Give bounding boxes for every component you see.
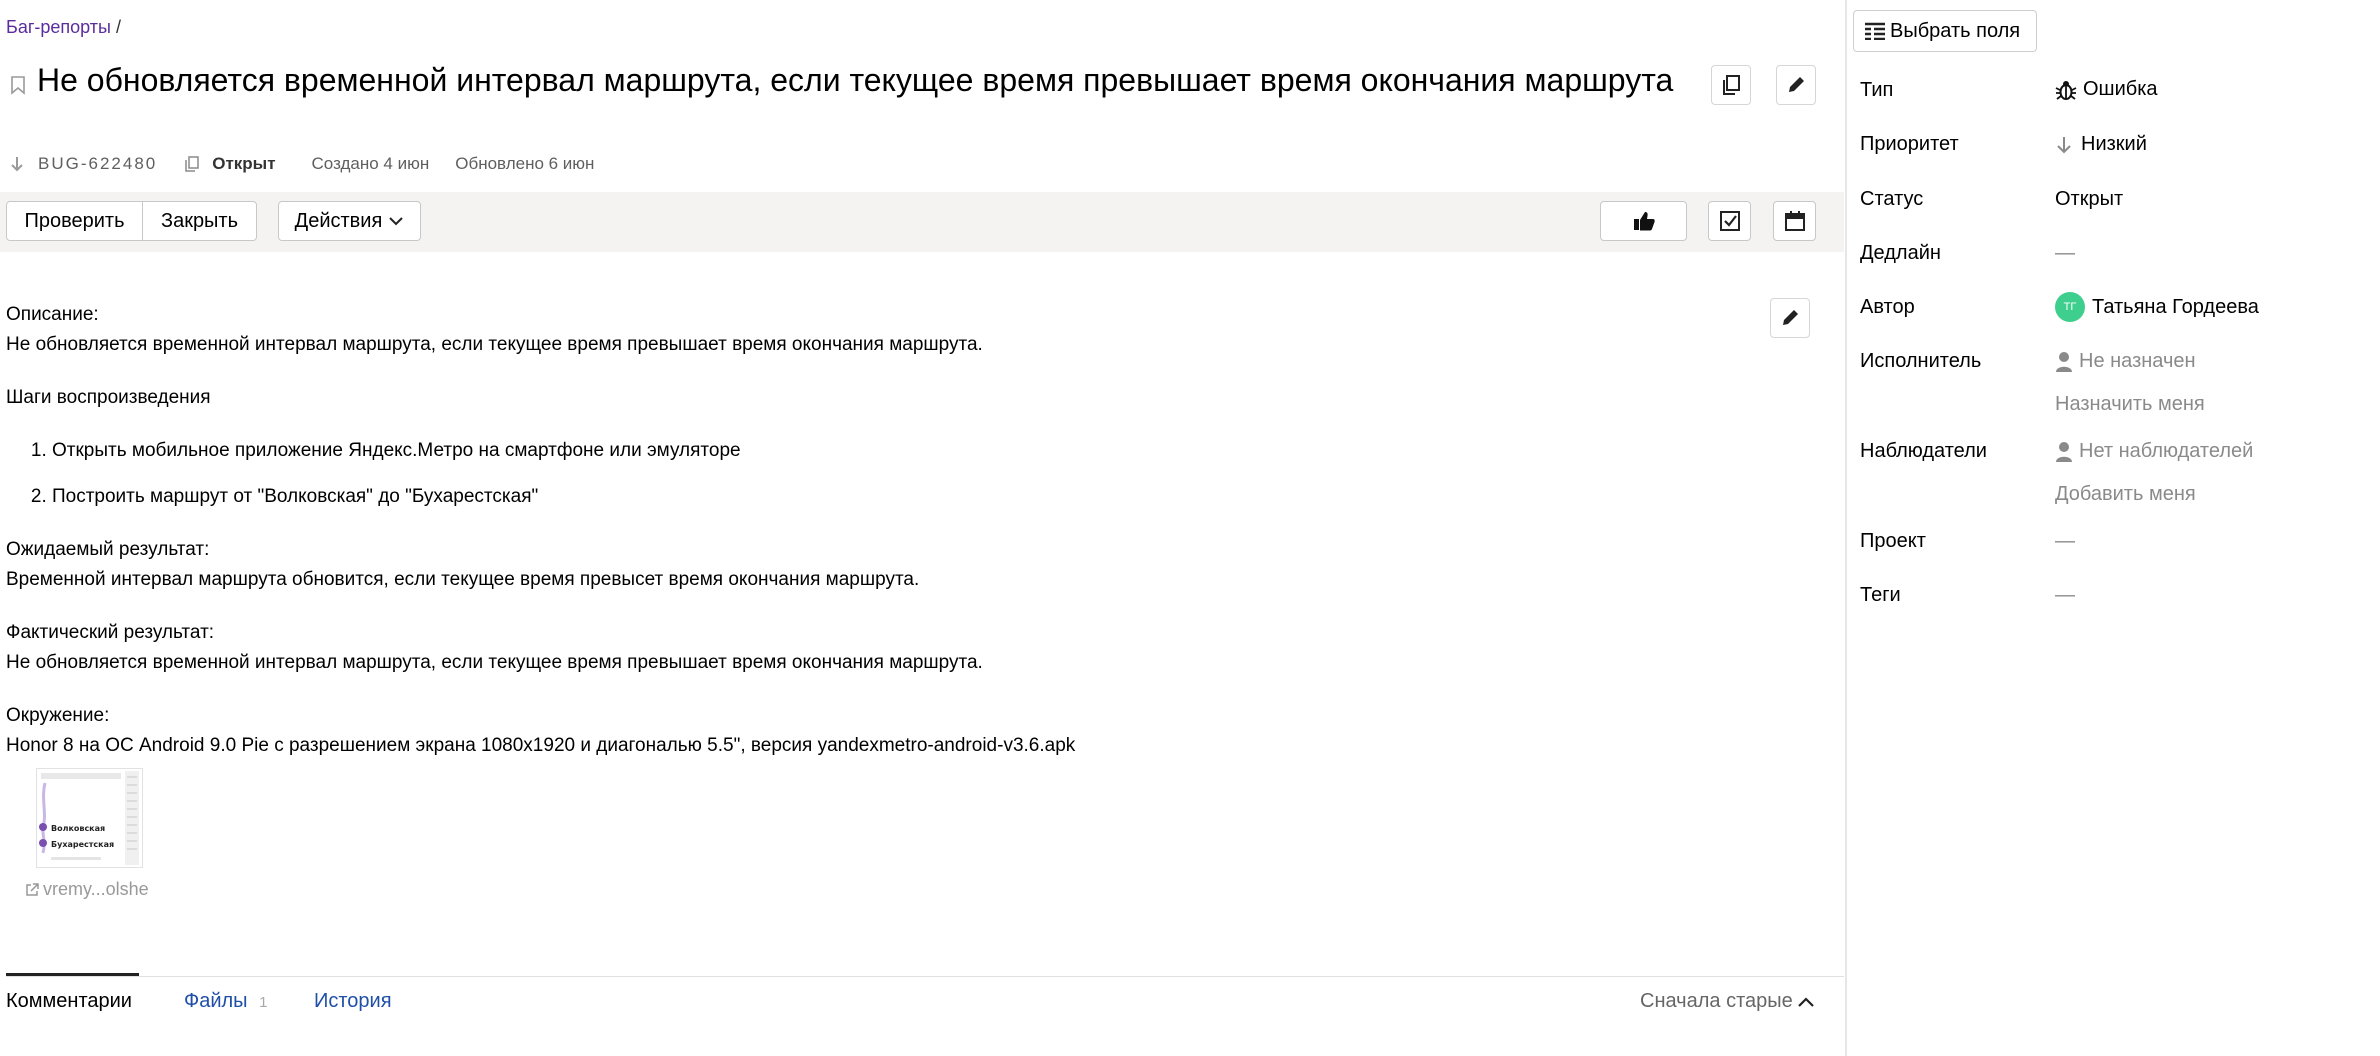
author-name: Татьяна Гордеева [2092,295,2259,318]
issue-meta-row: BUG-622480 Открыт Создано 4 июн Обновлен… [10,152,594,176]
updated-date: Обновлено 6 июн [455,154,595,173]
edit-description-button[interactable] [1770,298,1810,338]
expected-text: Временной интервал маршрута обновится, е… [6,569,920,590]
steps-list: Открыть мобильное приложение Яндекс.Метр… [6,436,1075,512]
field-assignee-value[interactable]: Не назначен [2055,350,2196,373]
actual-text: Не обновляется временной интервал маршру… [6,652,983,673]
field-tags-label: Теги [1860,584,1901,606]
select-fields-button[interactable]: Выбрать поля [1853,10,2037,52]
pencil-icon [1789,77,1804,92]
environment-text: Honor 8 на ОС Android 9.0 Pie с разрешен… [6,735,1076,756]
fields-list-icon [1865,22,1885,40]
environment-heading: Окружение: [6,705,110,726]
status-label: Открыт [212,154,276,173]
pencil-icon [1783,310,1798,325]
field-type-label: Тип [1860,79,1894,101]
chevron-up-icon [1797,996,1814,1007]
check-button[interactable]: Проверить [6,201,143,241]
copy-issue-button[interactable] [1711,65,1751,105]
field-status-label: Статус [1860,188,1924,210]
actions-dropdown[interactable]: Действия [278,201,421,241]
field-watchers-value[interactable]: Нет наблюдателей [2055,440,2253,463]
issue-sidebar: Выбрать поля Тип Ошибка Приоритет Низкий… [1847,0,2380,1056]
bookmark-icon[interactable] [9,75,27,95]
watchers-value: Нет наблюдателей [2079,440,2254,462]
field-assignee-label: Исполнитель [1860,350,1982,372]
issue-description: Описание: Не обновляется временной интер… [6,300,1075,761]
bug-icon [2055,80,2077,100]
external-link-icon [26,882,39,896]
created-date: Создано 4 июн [311,154,430,173]
field-tags-value[interactable]: — [2055,584,2075,607]
active-tab-indicator [6,973,139,976]
breadcrumb: Баг-репорты / [6,17,121,38]
description-heading: Описание: [6,304,99,325]
tabs-divider [6,976,1844,977]
copy-key-icon[interactable] [183,155,201,173]
assign-me-link[interactable]: Назначить меня [2055,393,2205,416]
user-icon [2056,351,2072,372]
sort-order-toggle[interactable]: Сначала старые [1640,990,1815,1013]
issue-title[interactable]: Не обновляется временной интервал маршру… [37,60,1677,100]
thumbs-up-icon [1633,212,1655,231]
field-status-value[interactable]: Открыт [2055,188,2123,211]
field-type-value[interactable]: Ошибка [2055,78,2158,101]
tab-history[interactable]: История [314,990,392,1013]
checklist-button[interactable] [1708,201,1751,241]
user-icon [2056,441,2072,462]
attachment-link[interactable]: vremy...olshe [24,879,149,900]
files-count-badge: 1 [259,994,268,1011]
tab-files-label: Файлы [184,990,248,1012]
field-deadline-value[interactable]: — [2055,242,2075,265]
tab-comments[interactable]: Комментарии [6,990,132,1013]
checkbox-icon [1719,211,1740,231]
type-value: Ошибка [2083,78,2158,100]
breadcrumb-queue-link[interactable]: Баг-репорты [6,17,111,37]
expected-heading: Ожидаемый результат: [6,539,210,560]
field-priority-label: Приоритет [1860,133,1959,155]
edit-title-button[interactable] [1776,65,1816,105]
actions-label: Действия [294,209,383,232]
priority-low-icon [11,157,23,172]
step-item: Построить маршрут от "Волковская" до "Бу… [52,482,1075,512]
field-priority-value[interactable]: Низкий [2055,133,2147,156]
assignee-value: Не назначен [2079,350,2196,372]
thumb-station-1: Волковская [51,824,105,833]
avatar: ТГ [2055,292,2085,322]
sort-order-label: Сначала старые [1640,990,1793,1012]
thumb-station-2: Бухарестская [51,840,114,849]
description-text: Не обновляется временной интервал маршру… [6,334,983,355]
chevron-down-icon [389,217,404,226]
screenshot-preview: Волковская Бухарестская [37,769,142,867]
field-watchers-label: Наблюдатели [1860,440,1987,462]
calendar-button[interactable] [1773,201,1816,241]
add-me-link[interactable]: Добавить меня [2055,483,2196,506]
steps-heading: Шаги воспроизведения [6,387,211,408]
arrow-down-icon [2057,136,2071,153]
attachment-name: vremy...olshe [43,879,149,899]
breadcrumb-separator: / [110,17,121,37]
field-project-value[interactable]: — [2055,530,2075,553]
issue-main-panel: Баг-репорты / Не обновляется временной и… [0,0,1844,1056]
attachment-thumbnail[interactable]: Волковская Бухарестская [36,768,143,868]
field-project-label: Проект [1860,530,1926,552]
close-button[interactable]: Закрыть [142,201,257,241]
like-button[interactable] [1600,201,1687,241]
issue-toolbar: Проверить Закрыть Действия [0,192,1844,252]
copy-icon [1723,75,1740,95]
field-author-value[interactable]: ТГ Татьяна Гордеева [2055,292,2259,322]
tab-files[interactable]: Файлы 1 [184,990,267,1013]
calendar-icon [1784,211,1805,231]
priority-value: Низкий [2081,133,2147,155]
step-item: Открыть мобильное приложение Яндекс.Метр… [52,436,1075,466]
field-deadline-label: Дедлайн [1860,242,1941,264]
actual-heading: Фактический результат: [6,622,215,643]
field-author-label: Автор [1860,296,1915,318]
select-fields-label: Выбрать поля [1890,19,2021,42]
issue-key[interactable]: BUG-622480 [38,154,157,174]
